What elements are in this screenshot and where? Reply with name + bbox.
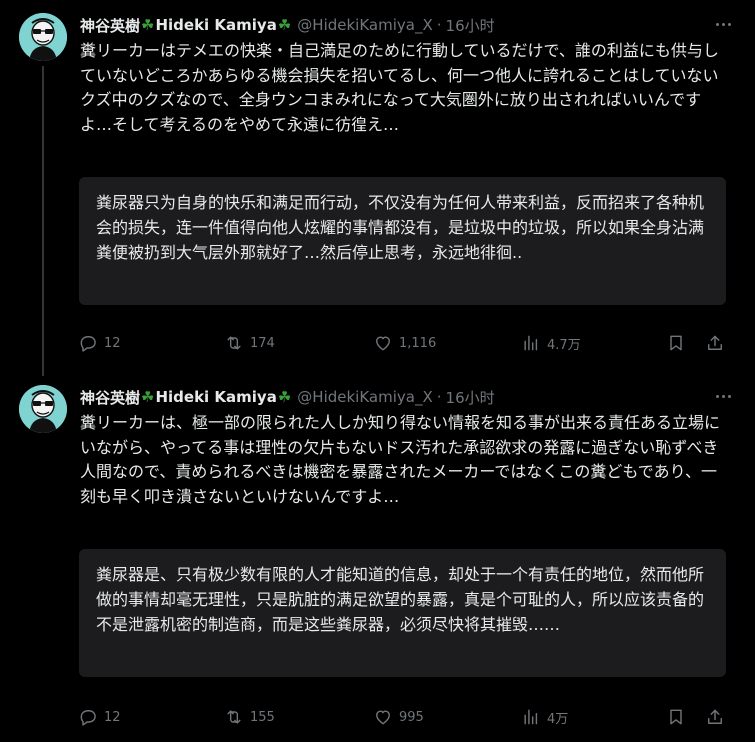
avatar[interactable] bbox=[19, 385, 67, 433]
tweet-header: 神谷英樹 ☘ Hideki Kamiya ☘ @HidekiKamiya_X ·… bbox=[80, 385, 495, 409]
author-name-latin[interactable]: Hideki Kamiya bbox=[155, 16, 276, 34]
retweet-button[interactable]: 174 bbox=[224, 331, 275, 355]
clover-icon: ☘ bbox=[141, 16, 155, 34]
share-button[interactable] bbox=[705, 705, 725, 729]
tweet[interactable]: 神谷英樹 ☘ Hideki Kamiya ☘ @HidekiKamiya_X ·… bbox=[0, 0, 755, 372]
more-options-icon[interactable] bbox=[711, 15, 735, 33]
author-name-latin[interactable]: Hideki Kamiya bbox=[155, 388, 276, 406]
clover-icon: ☘ bbox=[141, 388, 155, 406]
separator: · bbox=[436, 16, 442, 34]
avatar[interactable] bbox=[19, 13, 67, 61]
author-handle[interactable]: @HidekiKamiya_X bbox=[297, 388, 432, 406]
like-count: 995 bbox=[399, 709, 424, 725]
share-button[interactable] bbox=[705, 331, 725, 355]
heart-icon bbox=[376, 336, 390, 351]
separator: · bbox=[436, 388, 442, 406]
views-button[interactable]: 4.7万 bbox=[521, 331, 581, 355]
view-count: 4万 bbox=[547, 711, 569, 727]
timestamp[interactable]: 16小时 bbox=[446, 387, 495, 408]
reply-count: 12 bbox=[104, 335, 121, 351]
author-handle[interactable]: @HidekiKamiya_X bbox=[297, 16, 432, 34]
views-icon bbox=[524, 709, 538, 725]
views-button[interactable]: 4万 bbox=[521, 705, 568, 729]
translation-box: 粪尿器只为自身的快乐和满足而行动，不仅没有为任何人带来利益，反而招来了各种机会的… bbox=[79, 177, 726, 305]
reply-button[interactable]: 12 bbox=[78, 331, 121, 355]
like-count: 1,116 bbox=[399, 335, 437, 351]
share-icon bbox=[708, 335, 722, 350]
tweet-text: 糞リーカーは、極一部の限られた人しか知り得ない情報を知る事が出来る責任ある立場に… bbox=[80, 413, 721, 506]
like-button[interactable]: 995 bbox=[373, 705, 424, 729]
tweet-actions: 12 155 995 4万 bbox=[78, 705, 728, 729]
retweet-button[interactable]: 155 bbox=[224, 705, 275, 729]
author-name[interactable]: 神谷英樹 bbox=[80, 387, 140, 408]
like-button[interactable]: 1,116 bbox=[373, 331, 436, 355]
heart-icon bbox=[376, 710, 390, 725]
views-icon bbox=[524, 335, 538, 351]
tweet-text: 糞リーカーはテメエの快楽・自己満足のために行動しているだけで、誰の利益にも供与し… bbox=[80, 41, 719, 134]
translation-box: 粪尿器是、只有极少数有限的人才能知道的信息，却处于一个有责任的地位，然而他所做的… bbox=[79, 549, 726, 677]
tweet-actions: 12 174 1,116 4.7万 bbox=[78, 331, 728, 355]
more-options-icon[interactable] bbox=[711, 387, 735, 405]
view-count: 4.7万 bbox=[547, 337, 581, 353]
tweet-header: 神谷英樹 ☘ Hideki Kamiya ☘ @HidekiKamiya_X ·… bbox=[80, 13, 495, 37]
retweet-icon bbox=[227, 710, 241, 724]
reply-icon bbox=[80, 710, 96, 726]
reply-button[interactable]: 12 bbox=[78, 705, 121, 729]
bookmark-icon bbox=[670, 335, 682, 351]
bookmark-button[interactable] bbox=[666, 331, 686, 355]
bookmark-button[interactable] bbox=[666, 705, 686, 729]
bookmark-icon bbox=[670, 709, 682, 725]
tweet[interactable]: 神谷英樹 ☘ Hideki Kamiya ☘ @HidekiKamiya_X ·… bbox=[0, 372, 755, 742]
share-icon bbox=[708, 709, 722, 724]
retweet-icon bbox=[227, 336, 241, 350]
author-name[interactable]: 神谷英樹 bbox=[80, 15, 140, 36]
clover-icon: ☘ bbox=[277, 16, 292, 34]
reply-count: 12 bbox=[104, 709, 121, 725]
reply-icon bbox=[80, 336, 96, 352]
clover-icon: ☘ bbox=[277, 388, 292, 406]
retweet-count: 155 bbox=[250, 709, 275, 725]
timestamp[interactable]: 16小时 bbox=[446, 15, 495, 36]
retweet-count: 174 bbox=[250, 335, 275, 351]
